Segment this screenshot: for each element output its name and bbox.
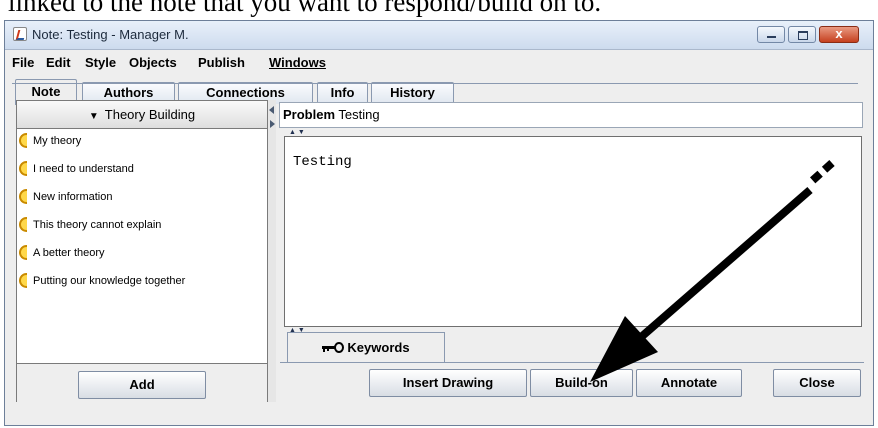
scaffold-footer: Add — [17, 363, 267, 402]
note-body-editor[interactable]: Testing — [284, 136, 862, 327]
problem-label: Problem — [283, 107, 336, 122]
scaffold-item-label: This theory cannot explain — [33, 219, 162, 231]
menu-bar: File Edit Style Objects Publish Windows — [5, 50, 873, 74]
triangle-down-icon: ▼ — [88, 111, 99, 122]
title-bar[interactable]: Note: Testing - Manager M. x — [5, 21, 873, 50]
scaffold-bracket-icon — [19, 245, 27, 260]
problem-value: Testing — [338, 107, 380, 122]
close-window-button[interactable]: x — [819, 26, 859, 43]
collapse-arrows-icon[interactable]: ▲▼ — [289, 129, 307, 136]
scaffold-bracket-icon — [19, 273, 27, 288]
scaffold-item-label: My theory — [33, 135, 82, 147]
scaffold-bracket-icon — [19, 217, 27, 232]
menu-style[interactable]: Style — [85, 55, 116, 70]
build-on-button[interactable]: Build-on — [530, 369, 633, 397]
annotate-button[interactable]: Annotate — [636, 369, 742, 397]
menu-windows[interactable]: Windows — [269, 55, 326, 70]
scaffold-item[interactable]: I need to understand — [17, 158, 267, 186]
scaffold-item[interactable]: New information — [17, 186, 267, 214]
menu-file[interactable]: File — [12, 55, 34, 70]
insert-drawing-button[interactable]: Insert Drawing — [369, 369, 527, 397]
scaffold-item[interactable]: A better theory — [17, 242, 267, 270]
add-button[interactable]: Add — [78, 371, 206, 399]
scaffold-item-label: A better theory — [33, 247, 105, 259]
key-icon — [322, 341, 345, 353]
keywords-bar: Keywords — [280, 332, 864, 362]
scaffold-item[interactable]: This theory cannot explain — [17, 214, 267, 242]
scaffold-item-label: I need to understand — [33, 163, 134, 175]
caption-text: linked to the note that you want to resp… — [8, 0, 602, 17]
close-icon: x — [835, 26, 843, 41]
scaffold-panel: ▼ Theory Building My theory I need to und… — [16, 100, 268, 402]
scaffold-selector[interactable]: ▼ Theory Building — [17, 101, 267, 129]
scaffold-item-label: New information — [33, 191, 113, 203]
scaffold-bracket-icon — [19, 133, 27, 148]
scaffold-bracket-icon — [19, 161, 27, 176]
scaffold-bracket-icon — [19, 189, 27, 204]
scaffold-item-label: Putting our knowledge together — [33, 275, 186, 287]
note-action-bar: Insert Drawing Build-on Annotate Close — [280, 362, 864, 403]
keywords-label: Keywords — [347, 340, 410, 355]
java-app-icon — [13, 27, 27, 41]
menu-objects[interactable]: Objects — [129, 55, 177, 70]
menu-edit[interactable]: Edit — [46, 55, 71, 70]
scaffold-item[interactable]: Putting our knowledge together — [17, 270, 267, 298]
keywords-tab[interactable]: Keywords — [287, 332, 445, 362]
scaffold-list: My theory I need to understand New infor… — [17, 130, 267, 298]
close-button[interactable]: Close — [773, 369, 861, 397]
problem-field[interactable]: Problem Testing — [279, 102, 863, 128]
scaffold-header-label: Theory Building — [104, 107, 196, 122]
maximize-button[interactable] — [788, 26, 816, 43]
scaffold-item[interactable]: My theory — [17, 130, 267, 158]
minimize-button[interactable] — [757, 26, 785, 43]
window-title: Note: Testing - Manager M. — [32, 27, 189, 42]
split-pane-divider[interactable] — [268, 100, 276, 402]
menu-publish[interactable]: Publish — [198, 55, 245, 70]
